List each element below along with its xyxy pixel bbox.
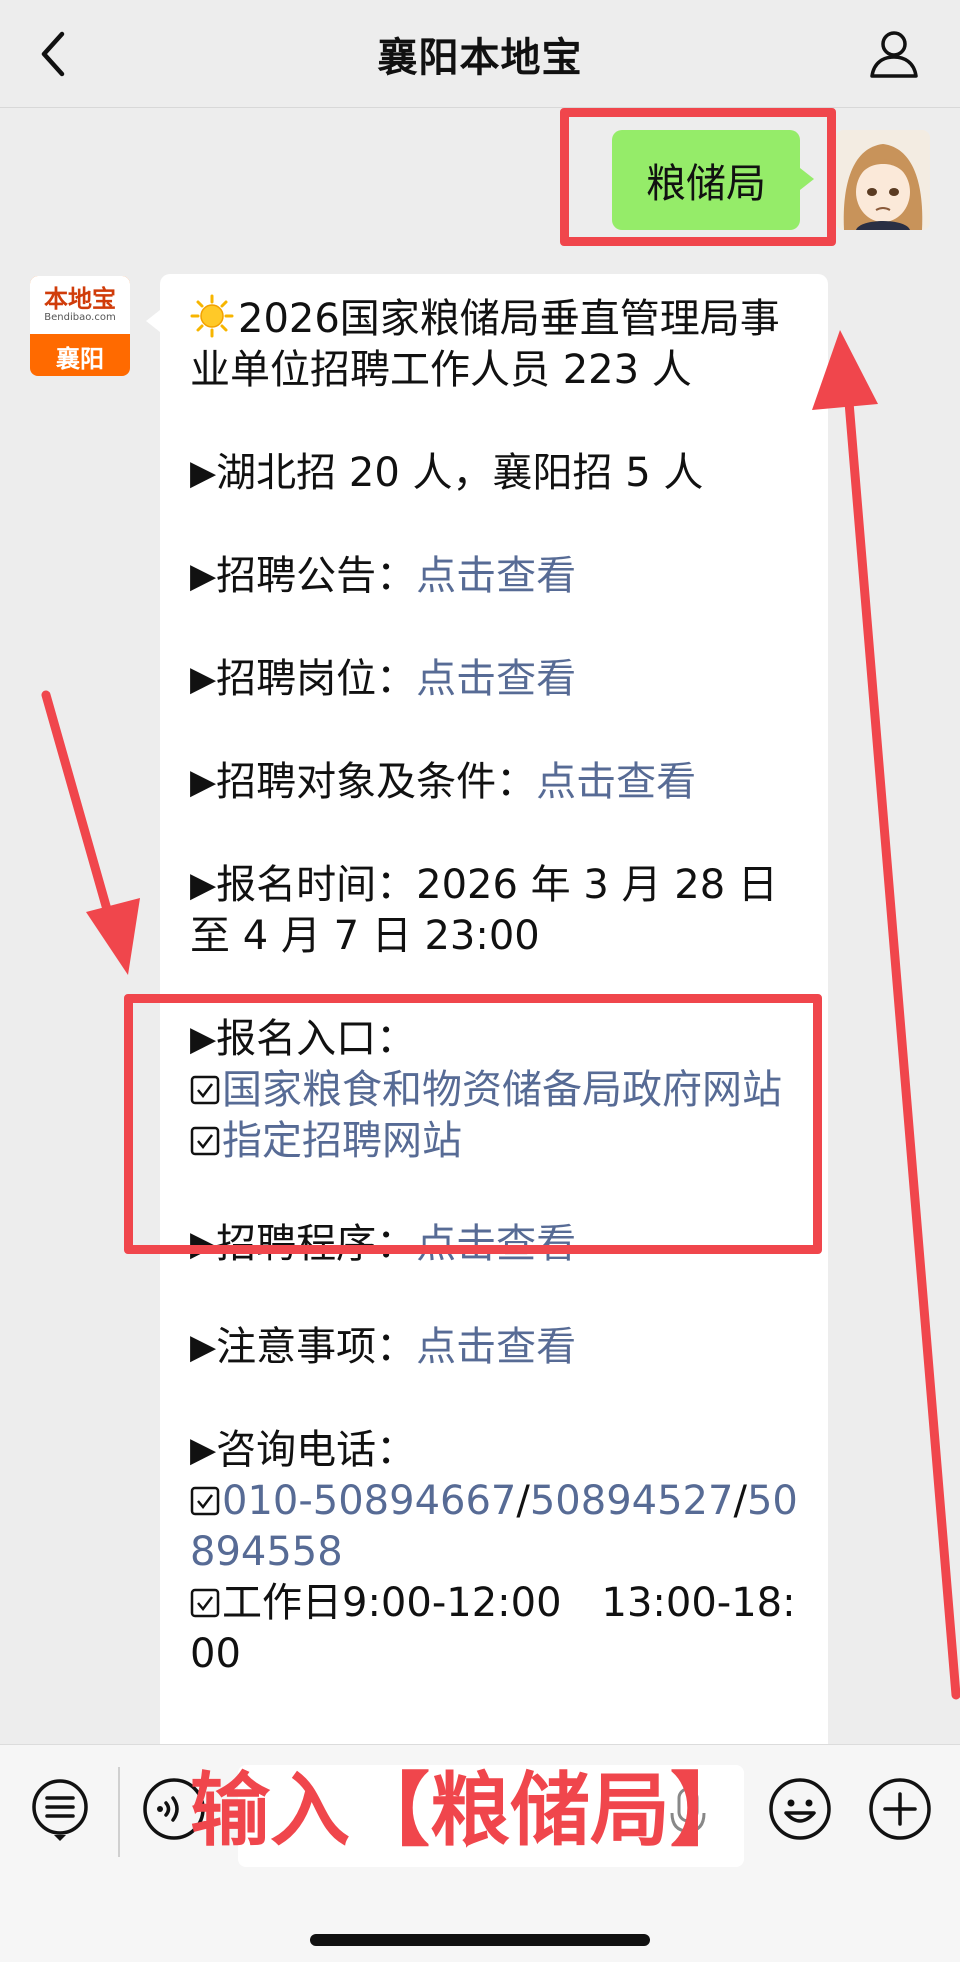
emoji-icon[interactable]: [768, 1777, 832, 1841]
announcement-line: ▶招聘公告：点击查看: [190, 553, 577, 599]
bendibao-logo: 本地宝 Bendibao.com: [30, 276, 130, 334]
logo-subtext: Bendibao.com: [44, 312, 116, 323]
positions-line: ▶招聘岗位：点击查看: [190, 656, 577, 702]
logo-text: 本地宝: [44, 284, 116, 313]
announcement-link[interactable]: 点击查看: [416, 553, 576, 599]
notes-line: ▶注意事项：点击查看: [190, 1324, 577, 1370]
entry-line: ▶报名入口：: [190, 1016, 417, 1062]
headline: 2026国家粮储局垂直管理局事业单位招聘工作人员 223 人: [190, 294, 802, 396]
quota-line: ▶湖北招 20 人，襄阳招 5 人: [190, 450, 704, 496]
entry-label: 报名入口：: [216, 1016, 417, 1062]
quota-text: 湖北招 20 人，襄阳招 5 人: [216, 450, 704, 496]
entry-link-1-line: 国家粮食和物资储备局政府网站: [190, 1065, 802, 1116]
notes-link[interactable]: 点击查看: [416, 1324, 576, 1370]
phone-number-1[interactable]: 010-50894667: [222, 1478, 516, 1524]
time-label: 报名时间：: [216, 862, 417, 908]
plus-icon[interactable]: [868, 1777, 932, 1841]
input-instruction-overlay: 输入【粮储局】: [190, 1764, 750, 1857]
conditions-label: 招聘对象及条件：: [216, 759, 537, 805]
entry-link-1[interactable]: 国家粮食和物资储备局政府网站: [222, 1067, 782, 1113]
user-message-bubble[interactable]: 粮储局: [612, 130, 814, 230]
back-chevron-icon[interactable]: [34, 28, 74, 80]
notes-label: 注意事项：: [216, 1324, 417, 1370]
user-profile-icon[interactable]: [866, 26, 922, 82]
positions-label: 招聘岗位：: [216, 656, 417, 702]
menu-list-icon[interactable]: [28, 1777, 92, 1841]
input-divider: [118, 1767, 120, 1857]
input-bar: 输入【粮储局】: [0, 1744, 960, 1962]
logo-city: 襄阳: [56, 344, 104, 373]
phone-line: ▶咨询电话：: [190, 1427, 417, 1473]
checkbox-icon: [190, 1126, 220, 1156]
checkbox-icon: [190, 1075, 220, 1105]
top-nav-bar: 襄阳本地宝: [0, 0, 960, 108]
conditions-link[interactable]: 点击查看: [536, 759, 696, 805]
entry-link-2[interactable]: 指定招聘网站: [222, 1118, 462, 1164]
entry-link-2-line: 指定招聘网站: [190, 1116, 802, 1167]
chat-title: 襄阳本地宝: [377, 34, 583, 81]
phone-separator: /: [733, 1478, 747, 1524]
workday-text: 工作日9:00-12:00 13:00-18:00: [190, 1580, 796, 1677]
bot-message-bubble[interactable]: 2026国家粮储局垂直管理局事业单位招聘工作人员 223 人 ▶湖北招 20 人…: [146, 274, 828, 1744]
checkbox-icon: [190, 1588, 220, 1618]
announcement-label: 招聘公告：: [216, 553, 417, 599]
home-indicator[interactable]: [310, 1934, 650, 1946]
user-message-text: 粮储局: [646, 161, 766, 207]
phone-number-2[interactable]: 50894527: [530, 1478, 734, 1524]
headline-text: 2026国家粮储局垂直管理局事业单位招聘工作人员 223 人: [190, 296, 780, 393]
procedure-link[interactable]: 点击查看: [416, 1221, 576, 1267]
checkbox-icon: [190, 1486, 220, 1516]
positions-link[interactable]: 点击查看: [416, 656, 576, 702]
time-line: ▶报名时间：2026 年 3 月 28 日至 4 月 7 日 23:00: [190, 862, 778, 959]
procedure-line: ▶招聘程序：点击查看: [190, 1221, 577, 1267]
procedure-label: 招聘程序：: [216, 1221, 417, 1267]
chat-area[interactable]: 粮储局 本地宝 Bendibao.com 襄阳 2026国家粮储局垂直管理局事业…: [0, 108, 960, 1744]
user-avatar[interactable]: [836, 130, 930, 230]
workday-line: 工作日9:00-12:00 13:00-18:00: [190, 1578, 802, 1680]
phone-separator: /: [516, 1478, 530, 1524]
phone-label: 咨询电话：: [216, 1427, 417, 1473]
phone-numbers-line: 010-50894667/50894527/50894558: [190, 1476, 802, 1578]
sun-icon: [190, 294, 234, 338]
conditions-line: ▶招聘对象及条件：点击查看: [190, 759, 697, 805]
bot-avatar[interactable]: 本地宝 Bendibao.com 襄阳: [30, 276, 130, 376]
